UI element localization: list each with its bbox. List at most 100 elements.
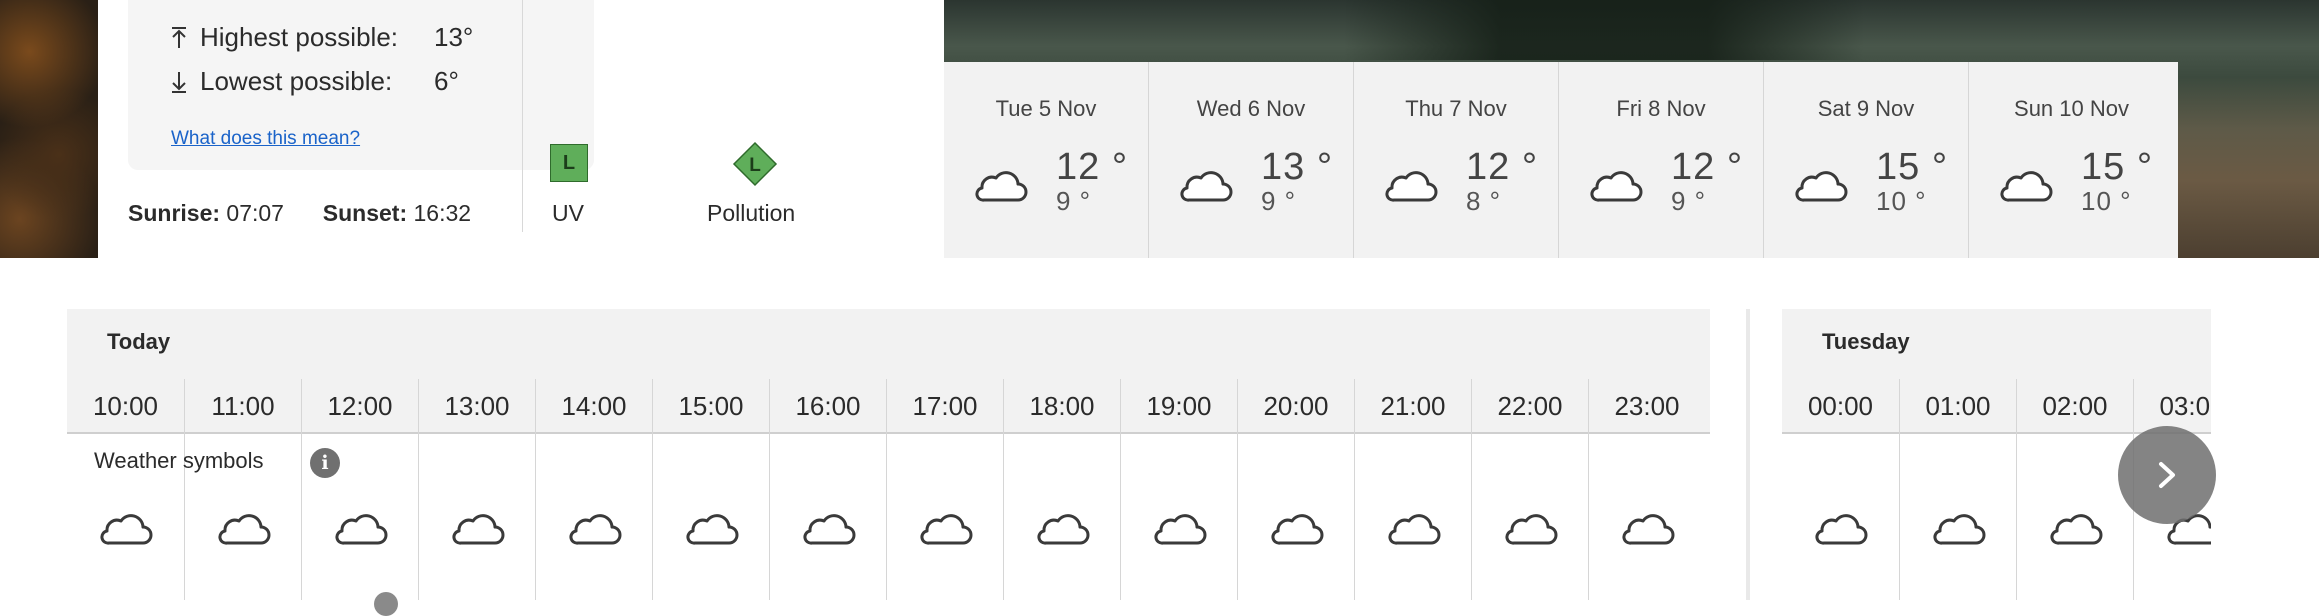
- cloud-icon: [335, 514, 388, 545]
- day-high-temp: 15 °: [2081, 146, 2154, 188]
- hour-column: 21:00: [1354, 379, 1471, 600]
- cloud-icon: [569, 514, 622, 545]
- hour-time: 16:00: [795, 391, 861, 421]
- hour-column: 01:00: [1899, 379, 2016, 600]
- pollution-badge[interactable]: L: [732, 141, 778, 187]
- cloud-icon: [920, 514, 973, 545]
- cloud-icon: [1271, 514, 1324, 545]
- day-name: Sat 9 Nov: [1817, 96, 1915, 121]
- cloud-icon: [2050, 514, 2103, 545]
- day-low-temp: 8 °: [1466, 186, 1502, 216]
- hour-time: 03:00: [2159, 391, 2211, 421]
- cloud-icon: [1154, 514, 1207, 545]
- hour-column: 13:00: [418, 379, 535, 600]
- cloud-icon: [1815, 514, 1868, 545]
- lowest-possible-label: Lowest possible:: [200, 66, 393, 96]
- cloud-icon: [1933, 514, 1986, 545]
- hour-time: 01:00: [1925, 391, 1991, 421]
- cloud-icon: [1622, 514, 1675, 545]
- next-hours-button[interactable]: [2118, 426, 2216, 524]
- hour-time: 00:00: [1807, 391, 1874, 421]
- hour-column: 19:00: [1120, 379, 1237, 600]
- hour-column: 23:00: [1588, 379, 1705, 600]
- weather-symbols-label: Weather symbols: [94, 448, 264, 473]
- cloud-icon: [1505, 514, 1558, 545]
- day-separator: [1746, 309, 1750, 600]
- pollution-level: L: [749, 155, 761, 176]
- hour-column: 11:00: [184, 379, 301, 600]
- hour-time: 22:00: [1497, 391, 1563, 421]
- day-low-temp: 9 °: [1261, 186, 1297, 216]
- day-high-temp: 13 °: [1261, 146, 1334, 188]
- sunrise-time: 07:07: [226, 200, 284, 226]
- day-low-temp: 9 °: [1056, 186, 1092, 216]
- highest-possible-value: 13°: [434, 22, 474, 52]
- cloud-icon: [803, 514, 856, 545]
- hour-column: 02:00: [2016, 379, 2133, 600]
- hour-column: 22:00: [1471, 379, 1588, 600]
- day-card[interactable]: Fri 8 Nov 12 ° 9 °: [1559, 62, 1764, 258]
- arrow-up-icon: [172, 27, 186, 48]
- day-card[interactable]: Tue 5 Nov 12 ° 9 °: [944, 62, 1149, 258]
- today-label: Today: [107, 329, 171, 354]
- day-high-temp: 12 °: [1466, 146, 1539, 188]
- hour-time: 15:00: [678, 391, 744, 421]
- day-name: Thu 7 Nov: [1405, 96, 1507, 121]
- day-card[interactable]: Thu 7 Nov 12 ° 8 °: [1354, 62, 1559, 258]
- day-card[interactable]: Wed 6 Nov 13 ° 9 °: [1149, 62, 1354, 258]
- hour-time: 13:00: [444, 391, 510, 421]
- sunset-time: 16:32: [413, 200, 472, 226]
- lowest-possible-value: 6°: [434, 66, 459, 96]
- cloud-icon: [1037, 514, 1090, 545]
- panel-divider: [522, 0, 523, 232]
- pollution-label: Pollution: [707, 200, 796, 226]
- cloud-icon: [1388, 514, 1441, 545]
- cloud-icon: [1590, 171, 1643, 202]
- day-name: Fri 8 Nov: [1616, 96, 1706, 121]
- uv-label: UV: [552, 200, 584, 226]
- day-name: Tue 5 Nov: [995, 96, 1097, 121]
- tuesday-label: Tuesday: [1822, 329, 1910, 354]
- cloud-icon: [100, 514, 153, 545]
- forecast-detail-panel: Highest possible: 13° Lowest possible: 6…: [98, 0, 944, 258]
- hour-time: 14:00: [561, 391, 627, 421]
- what-does-this-mean-link[interactable]: What does this mean?: [171, 128, 360, 150]
- sunset-label: Sunset:: [322, 200, 408, 226]
- cloud-icon: [1385, 171, 1438, 202]
- cloud-icon: [1795, 171, 1848, 202]
- hour-column: 15:00: [652, 379, 769, 600]
- day-name: Sun 10 Nov: [2014, 96, 2129, 121]
- day-high-temp: 12 °: [1671, 146, 1744, 188]
- cloud-icon: [1180, 171, 1233, 202]
- hour-time: 02:00: [2042, 391, 2108, 421]
- hour-time: 19:00: [1146, 391, 1212, 421]
- info-icon[interactable]: [374, 592, 398, 616]
- hour-time: 10:00: [92, 391, 159, 421]
- day-card[interactable]: Sat 9 Nov 15 ° 10 °: [1764, 62, 1969, 258]
- hour-time: 20:00: [1263, 391, 1329, 421]
- hour-time: 12:00: [327, 391, 393, 421]
- day-card[interactable]: Sun 10 Nov 15 ° 10 °: [1969, 62, 2174, 258]
- temperature-range-box: Highest possible: 13° Lowest possible: 6…: [128, 0, 594, 170]
- hour-time: 23:00: [1614, 391, 1680, 421]
- hour-time: 11:00: [211, 391, 275, 421]
- hour-column: 18:00: [1003, 379, 1120, 600]
- hour-column: 20:00: [1237, 379, 1354, 600]
- info-icon[interactable]: i: [310, 448, 340, 478]
- hour-column: 00:00: [1782, 379, 1899, 600]
- sun-times: Sunrise: 07:07 Sunset: 16:32: [128, 200, 471, 227]
- cloud-icon: [2000, 171, 2053, 202]
- chevron-right-icon: [2159, 462, 2175, 488]
- hour-column: 10:00: [67, 379, 184, 600]
- day-low-temp: 10 °: [2081, 186, 2132, 216]
- day-low-temp: 9 °: [1671, 186, 1707, 216]
- highest-possible-label: Highest possible:: [200, 22, 398, 52]
- cloud-icon: [452, 514, 505, 545]
- hour-column: 14:00: [535, 379, 652, 600]
- uv-badge[interactable]: L: [550, 144, 588, 182]
- cloud-icon: [686, 514, 739, 545]
- cloud-icon: [975, 171, 1028, 202]
- hero-image-left: [0, 0, 98, 258]
- hour-column: 12:00: [301, 379, 418, 600]
- day-high-temp: 15 °: [1876, 146, 1949, 188]
